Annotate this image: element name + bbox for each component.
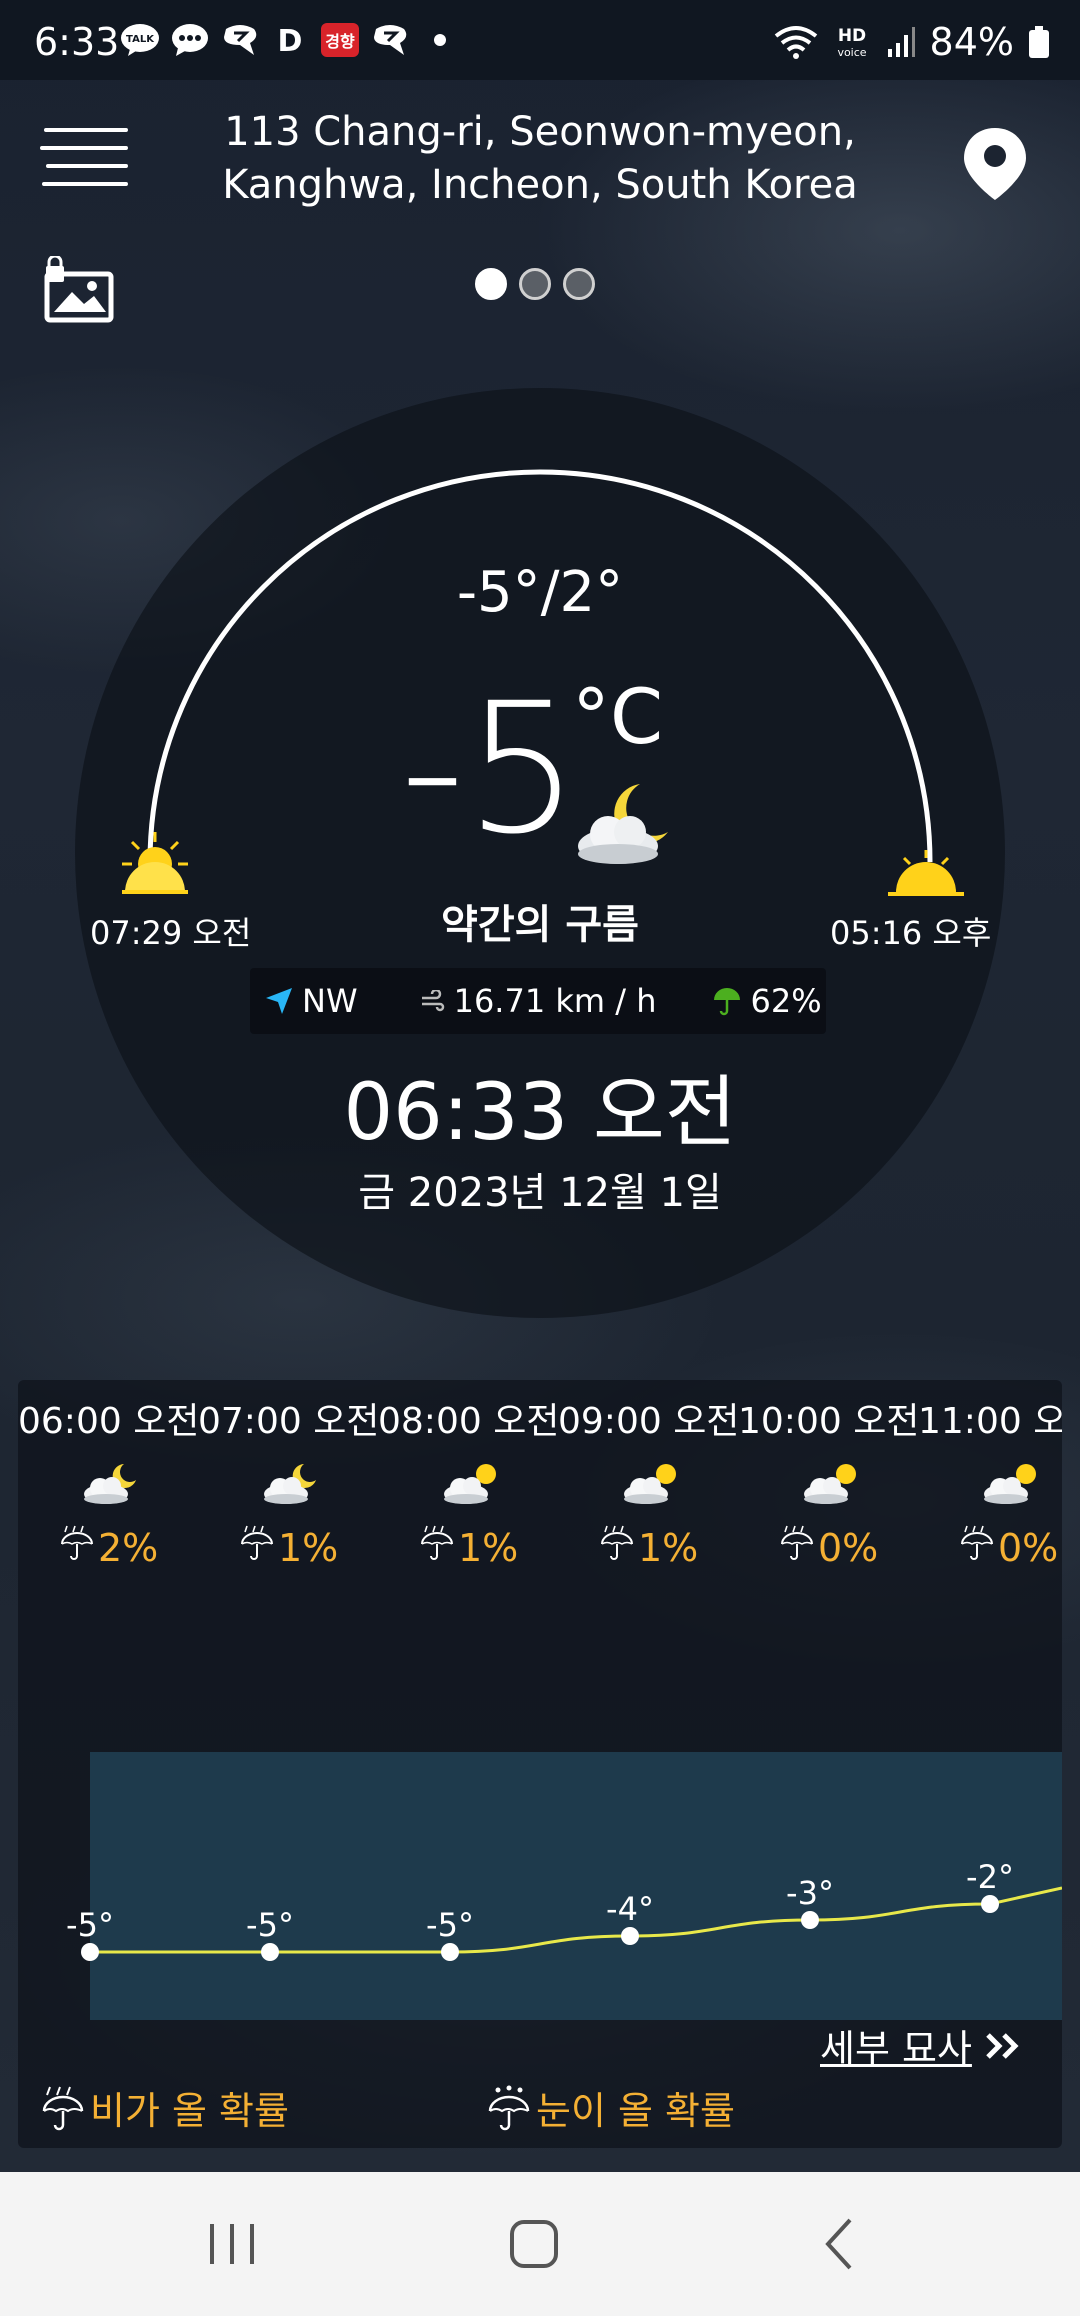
- wind-icon: [421, 990, 444, 1012]
- temperature-point: [441, 1943, 459, 1961]
- rain-legend-label: 비가 올 확률: [90, 2089, 289, 2133]
- hourly-precip: 0%: [960, 1524, 1058, 1571]
- rain-umbrella-icon: [60, 1524, 94, 1571]
- hourly-time: 06:00 오전: [18, 1401, 200, 1442]
- partly-cloudy-icon: [980, 1462, 1040, 1506]
- hourly-time: 11:00 오: [918, 1401, 1062, 1442]
- temperature-point: [801, 1911, 819, 1929]
- sunrise-time: 07:29 오전: [90, 914, 252, 952]
- temperature-label: -5°: [66, 1906, 114, 1944]
- snow-probability-legend: 눈이 올 확률: [488, 2080, 735, 2135]
- rain-umbrella-icon: [420, 1524, 454, 1571]
- hourly-precip-value: 0%: [998, 1525, 1059, 1570]
- home-button[interactable]: [494, 2212, 574, 2276]
- hourly-precip-value: 2%: [98, 1525, 159, 1570]
- hourly-time: 07:00 오전: [198, 1401, 380, 1442]
- hourly-precip: 0%: [780, 1524, 878, 1571]
- partly-cloudy-icon: [800, 1462, 860, 1506]
- hourly-precip-value: 1%: [278, 1525, 339, 1570]
- wind-speed-value: 16.71 km / h: [453, 982, 657, 1020]
- weather-stats-bar: NW 16.71 km / h 62%: [250, 968, 826, 1034]
- umbrella-icon: [714, 988, 741, 1016]
- hourly-precip: 1%: [600, 1524, 698, 1571]
- rain-umbrella-icon: [780, 1524, 814, 1571]
- rain-umbrella-icon: [42, 2086, 84, 2130]
- recent-apps-button[interactable]: [192, 2212, 272, 2276]
- temperature-point: [261, 1943, 279, 1961]
- temperature-point: [621, 1927, 639, 1945]
- hourly-forecast-panel[interactable]: -5° -5° -5° -4° -3° -2° 06:00 오전 2% 07:00 오전 1% 0…: [18, 1380, 1062, 2148]
- temperature-label: -5°: [426, 1906, 474, 1944]
- partly-cloudy-icon: [620, 1462, 680, 1506]
- temperature-chart: -5° -5° -5° -4° -3° -2°: [66, 1752, 1062, 2020]
- current-date: 금 2023년 12월 1일: [358, 1170, 722, 1216]
- temperature-label: -2°: [966, 1858, 1014, 1896]
- high-low-temp: -5°/2°: [456, 560, 624, 625]
- navigation-bar: [0, 2172, 1080, 2316]
- sunset-time: 05:16 오후: [830, 914, 992, 952]
- sunrise-icon: [120, 830, 190, 900]
- hourly-precip: 1%: [240, 1524, 338, 1571]
- humidity-value: 62%: [750, 982, 822, 1020]
- detail-link-label: 세부 묘사: [820, 2027, 972, 2071]
- wind-direction-arrow-icon: [266, 988, 292, 1014]
- temperature-unit: °C: [572, 672, 664, 761]
- rain-umbrella-icon: [600, 1524, 634, 1571]
- hourly-precip-value: 1%: [458, 1525, 519, 1570]
- night-partly-cloudy-icon: [570, 776, 680, 876]
- hourly-time: 10:00 오전: [738, 1401, 920, 1442]
- rain-umbrella-icon: [240, 1524, 274, 1571]
- hourly-precip: 1%: [420, 1524, 518, 1571]
- hourly-precip-value: 1%: [638, 1525, 699, 1570]
- rain-probability-legend: 비가 올 확률: [42, 2080, 289, 2135]
- hourly-time: 08:00 오전: [378, 1401, 560, 1442]
- temperature-point: [981, 1895, 999, 1913]
- back-button[interactable]: [800, 2212, 880, 2276]
- temperature-label: -5°: [246, 1906, 294, 1944]
- wind-speed: 16.71 km / h: [420, 982, 657, 1020]
- current-temperature: -5: [400, 665, 580, 874]
- night-partly-cloudy-icon: [260, 1462, 320, 1506]
- night-partly-cloudy-icon: [80, 1462, 140, 1506]
- wind-direction: NW: [264, 982, 358, 1020]
- hourly-precip-value: 0%: [818, 1525, 879, 1570]
- wind-direction-value: NW: [302, 982, 358, 1020]
- double-chevron-right-icon: [986, 2032, 1019, 2059]
- humidity: 62%: [712, 982, 822, 1020]
- temperature-point: [81, 1943, 99, 1961]
- hourly-time: 09:00 오전: [558, 1401, 740, 1442]
- rain-umbrella-icon: [960, 1524, 994, 1571]
- chart-area: [90, 1752, 1062, 2020]
- sunset-icon: [886, 848, 966, 902]
- temperature-label: -4°: [606, 1890, 654, 1928]
- snow-umbrella-icon: [488, 2085, 530, 2130]
- partly-cloudy-icon: [440, 1462, 500, 1506]
- snow-legend-label: 눈이 올 확률: [536, 2089, 735, 2133]
- hourly-precip: 2%: [60, 1524, 158, 1571]
- temperature-label: -3°: [786, 1874, 834, 1912]
- detail-link[interactable]: 세부 묘사: [820, 2018, 1024, 2073]
- current-time: 06:33 오전: [343, 1068, 737, 1158]
